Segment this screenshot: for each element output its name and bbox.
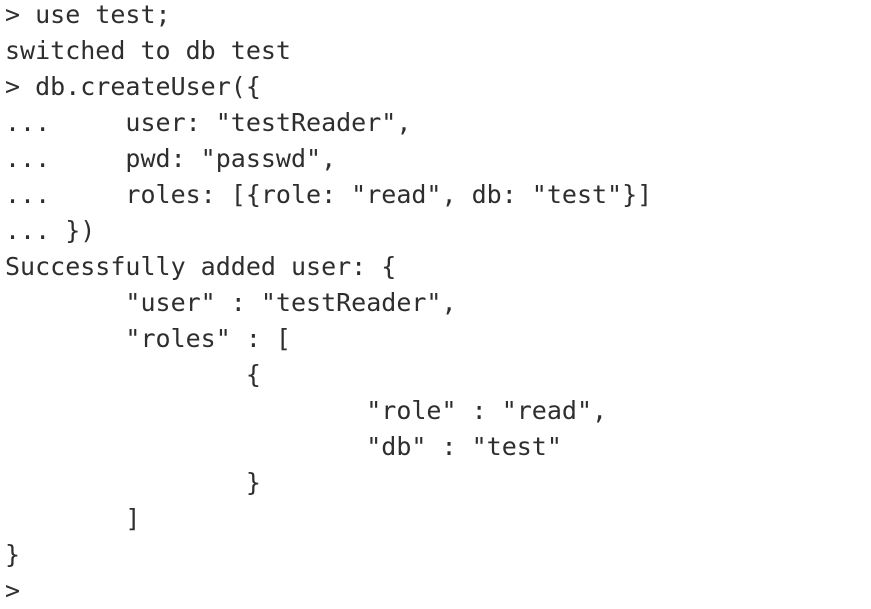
terminal-line-output: "user" : "testReader", bbox=[5, 288, 457, 317]
terminal-line-output: } bbox=[5, 540, 21, 569]
terminal-prompt[interactable]: > bbox=[5, 573, 871, 609]
terminal-line-continuation: ... pwd: "passwd", bbox=[5, 144, 337, 173]
terminal-line-output: } bbox=[5, 468, 261, 497]
terminal-line-continuation: ... }) bbox=[5, 216, 96, 245]
terminal-line-continuation: ... user: "testReader", bbox=[5, 108, 412, 137]
terminal-line-output: "role" : "read", bbox=[5, 396, 608, 425]
terminal-line-output: ] bbox=[5, 504, 141, 533]
terminal-line-output: "roles" : [ bbox=[5, 324, 291, 353]
terminal-line-output: "db" : "test" bbox=[5, 432, 562, 461]
terminal-line-command-use: > use test; bbox=[5, 0, 171, 29]
terminal-line-output: { bbox=[5, 360, 261, 389]
terminal-line-command-createuser: > db.createUser({ bbox=[5, 72, 261, 101]
terminal-line-output: Successfully added user: { bbox=[5, 252, 397, 281]
terminal-line-output: switched to db test bbox=[5, 36, 291, 65]
terminal-line-continuation: ... roles: [{role: "read", db: "test"}] bbox=[5, 180, 653, 209]
terminal-window[interactable]: > use test; switched to db test > db.cre… bbox=[0, 0, 871, 605]
